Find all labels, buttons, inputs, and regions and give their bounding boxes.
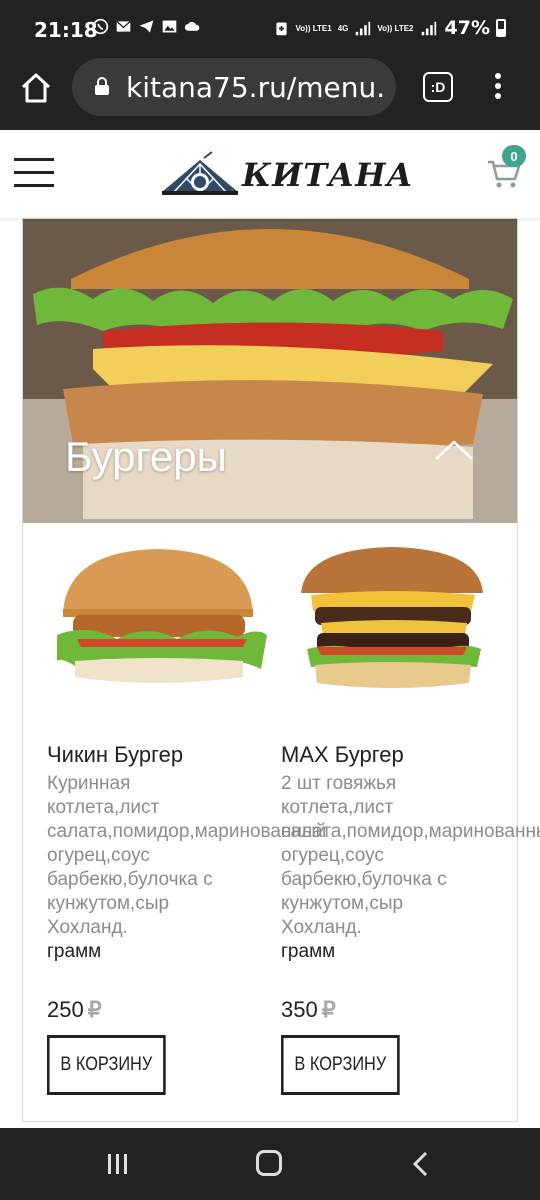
status-bar: 21:18 Vo)) LTE1 4G Vo)) LTE2 47%: [0, 0, 540, 58]
product-card: Чикин Бургер Куринная котлета,лист салат…: [47, 543, 327, 1095]
desc-line: кунжутом,сыр: [47, 893, 170, 914]
product-description: Куринная котлета,лист салата,помидор,мар…: [47, 772, 327, 940]
url-text[interactable]: kitana75.ru/menu.: [126, 71, 388, 104]
category-hero-image[interactable]: Бургеры: [23, 219, 517, 523]
notification-icons: [92, 18, 201, 35]
category-card: Бургеры Чикин Бургер Куринная котлета,ли…: [22, 218, 540, 1122]
product-image[interactable]: [47, 543, 269, 703]
product-weight: грамм: [47, 941, 102, 962]
status-right: Vo)) LTE1 4G Vo)) LTE2 47%: [273, 17, 506, 39]
fan-logo-icon: [162, 151, 238, 195]
battery-icon: [496, 19, 506, 37]
product-description: 2 шт говяжья котлета,лист салата,помидор…: [281, 772, 540, 940]
network-lte1: Vo)) LTE1: [295, 23, 332, 33]
desc-line: котлета,лист: [47, 797, 160, 818]
network-4g: 4G: [337, 23, 349, 33]
hamburger-menu-icon[interactable]: [14, 158, 54, 188]
cloud-icon: [184, 21, 200, 31]
logo-text: КИТАНА: [242, 156, 414, 194]
lock-icon: [95, 77, 109, 95]
product-price: 350 ₽: [281, 997, 503, 1023]
desc-line: Куринная: [47, 773, 131, 794]
desc-line: кунжутом,сыр: [281, 893, 404, 914]
signal-icon-2: [421, 21, 436, 35]
network-lte2: Vo)) LTE2: [377, 23, 414, 33]
back-icon[interactable]: [410, 1150, 430, 1178]
desc-line: 2 шт говяжья: [281, 773, 397, 794]
address-bar[interactable]: kitana75.ru/menu.: [72, 58, 396, 116]
product-weight: грамм: [281, 941, 336, 962]
price-value: 250: [47, 997, 84, 1022]
cart-count-badge[interactable]: 0: [502, 145, 526, 167]
product-price: 250 ₽: [47, 997, 269, 1023]
signal-icon: [356, 21, 371, 35]
mail-icon: [116, 20, 131, 32]
tabs-button[interactable]: :D: [423, 72, 453, 102]
telegram-icon: [139, 20, 154, 33]
chevron-up-icon[interactable]: [433, 437, 475, 463]
system-navigation-bar: [0, 1128, 540, 1200]
category-title: Бургеры: [65, 433, 227, 480]
currency-symbol: ₽: [321, 997, 336, 1022]
desc-line: салата,помидор,маринованный: [281, 821, 540, 842]
price-value: 350: [281, 997, 318, 1022]
desc-line: Хохланд.: [281, 917, 362, 938]
site-header: КИТАНА: [0, 130, 540, 218]
browser-toolbar: kitana75.ru/menu. :D: [0, 58, 540, 130]
browser-menu-icon[interactable]: [490, 70, 506, 104]
desc-line: котлета,лист: [281, 797, 394, 818]
currency-symbol: ₽: [87, 997, 102, 1022]
home-icon[interactable]: [18, 70, 54, 106]
desc-line: Хохланд.: [47, 917, 128, 938]
desc-line: барбекю,булочка с: [47, 869, 213, 890]
product-name[interactable]: MAX Бургер: [281, 742, 503, 768]
desc-line: салата,помидор,маринованный: [47, 821, 327, 842]
battery-percent: 47%: [444, 17, 490, 39]
image-icon: [162, 20, 177, 33]
product-name[interactable]: Чикин Бургер: [47, 742, 269, 768]
product-image[interactable]: [281, 543, 503, 703]
home-nav-icon[interactable]: [256, 1150, 282, 1176]
alarm-icon: [275, 22, 287, 35]
add-to-cart-button[interactable]: В КОРЗИНУ: [281, 1035, 400, 1095]
desc-line: огурец,соус: [281, 845, 384, 866]
add-to-cart-button[interactable]: В КОРЗИНУ: [47, 1035, 166, 1095]
desc-line: огурец,соус: [47, 845, 150, 866]
product-card: MAX Бургер 2 шт говяжья котлета,лист сал…: [281, 543, 540, 1095]
viber-icon: [92, 18, 109, 35]
desc-line: барбекю,булочка с: [281, 869, 447, 890]
status-time: 21:18: [34, 18, 98, 42]
site-logo[interactable]: КИТАНА: [160, 150, 413, 200]
recent-apps-icon[interactable]: [104, 1152, 132, 1176]
